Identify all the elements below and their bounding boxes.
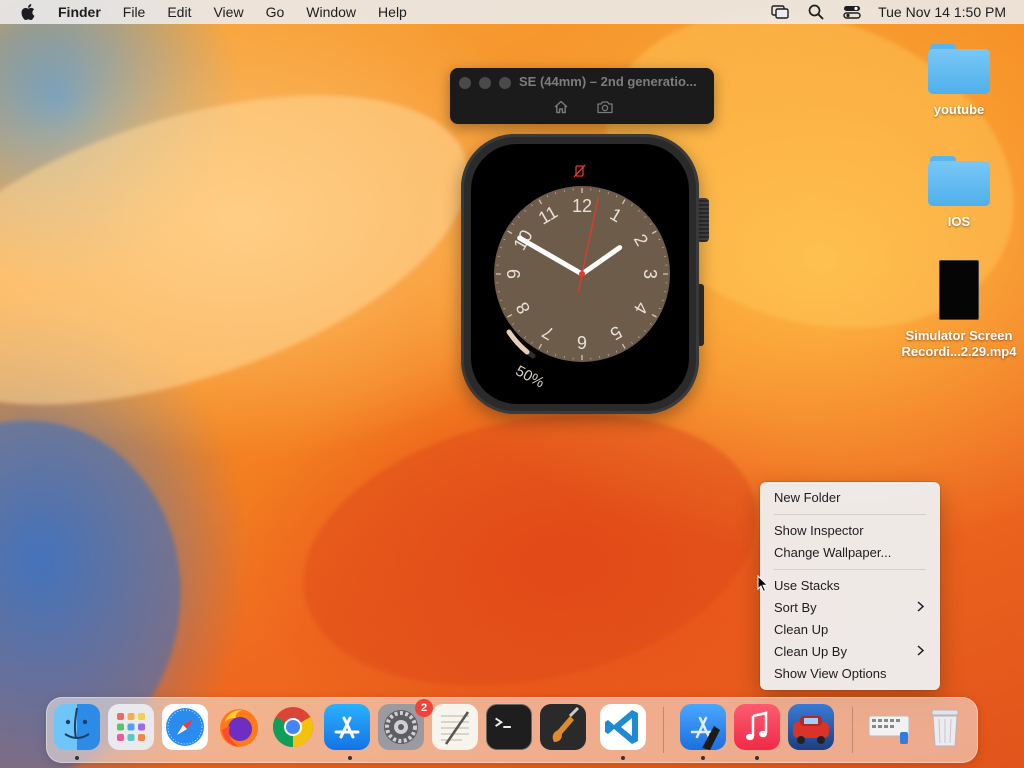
menu-bar-clock[interactable]: Tue Nov 14 1:50 PM [878,4,1006,20]
chevron-right-icon [917,641,925,663]
menu-item-clean-up[interactable]: Clean Up [766,619,934,641]
desktop-file-recording[interactable]: Simulator Screen Recordi...2.29.mp4 [898,260,1020,360]
control-center-icon[interactable] [842,4,862,20]
mouse-cursor-icon [757,574,769,593]
terminal-icon[interactable] [486,704,532,750]
minimize-button[interactable] [479,77,491,89]
dock-separator [663,707,664,753]
wallpaper-wave [277,375,783,725]
menu-app-name[interactable]: Finder [52,0,112,24]
desktop-icon-label: youtube [933,102,985,117]
menu-help[interactable]: Help [367,0,418,24]
launchpad-icon[interactable] [108,704,154,750]
music-icon[interactable] [734,704,780,750]
menu-file[interactable]: File [112,0,157,24]
menu-item-clean-up-by[interactable]: Clean Up By [766,641,934,663]
desktop-folder-ios[interactable]: IOS [904,156,1014,229]
trash-icon[interactable] [922,704,968,750]
dial-numeral: 9 [504,269,524,279]
garageband-icon[interactable] [540,704,586,750]
desktop-icon-label: Simulator Screen Recordi...2.29.mp4 [901,328,1017,359]
menu-bar: Finder File Edit View Go Window Help Tue… [0,0,1024,24]
dock-separator [852,707,853,753]
battery-status-icon [573,164,586,178]
menu-edit[interactable]: Edit [156,0,202,24]
menu-separator [774,514,926,515]
menu-item-show-inspector[interactable]: Show Inspector [766,520,934,542]
menu-separator [774,569,926,570]
chrome-icon[interactable] [270,704,316,750]
menu-window[interactable]: Window [295,0,367,24]
chevron-right-icon [917,597,925,619]
watch-simulator[interactable]: 12 1 2 3 4 5 6 7 8 9 10 11 50% [461,134,709,414]
spotlight-search-icon[interactable] [806,4,826,20]
close-button[interactable] [459,77,471,89]
textedit-icon[interactable] [432,704,478,750]
desktop-icon-label: IOS [947,214,971,229]
dial-numeral: 12 [572,196,592,216]
running-indicator [75,756,79,760]
hands-pivot [579,271,585,277]
apple-menu-icon[interactable] [18,4,38,20]
desktop-folder-youtube[interactable]: youtube [904,44,1014,117]
simulator-toolbar: SE (44mm) – 2nd generatio... [450,68,714,124]
menu-item-use-stacks[interactable]: Use Stacks [766,575,934,597]
menu-view[interactable]: View [202,0,254,24]
running-indicator [348,756,352,760]
dock: 2 [46,697,978,763]
folder-icon [928,44,990,94]
safari-icon[interactable] [162,704,208,750]
folder-icon [928,156,990,206]
firefox-icon[interactable] [216,704,262,750]
screenshot-keyboard-icon[interactable] [866,704,912,750]
running-indicator [755,756,759,760]
screen-mirroring-icon[interactable] [770,4,790,20]
zoom-button[interactable] [499,77,511,89]
screenshot-camera-icon[interactable] [595,98,615,116]
dial-numeral: 6 [577,332,587,352]
finder-icon[interactable] [54,704,100,750]
battery-percent-label: 50% [513,362,547,391]
running-indicator [621,756,625,760]
menu-item-new-folder[interactable]: New Folder [766,487,934,509]
vscode-icon[interactable] [600,704,646,750]
home-icon[interactable] [551,98,571,116]
app-store-icon[interactable] [324,704,370,750]
menu-item-change-wallpaper[interactable]: Change Wallpaper... [766,542,934,564]
wallpaper-wave [0,33,506,467]
running-indicator [701,756,705,760]
game-app-icon[interactable] [788,704,834,750]
window-controls [459,77,511,89]
menu-item-show-view-options[interactable]: Show View Options [766,663,934,685]
simulator-title: SE (44mm) – 2nd generatio... [519,74,697,89]
desktop-context-menu: New Folder Show Inspector Change Wallpap… [760,482,940,690]
notification-badge: 2 [415,699,433,717]
video-file-icon [939,260,979,320]
watch-screen[interactable]: 12 1 2 3 4 5 6 7 8 9 10 11 50% [471,144,689,404]
watch-face: 12 1234567891011 50% [494,164,670,392]
menu-item-sort-by[interactable]: Sort By [766,597,934,619]
xcode-simulator-icon[interactable] [680,704,726,750]
menu-go[interactable]: Go [255,0,296,24]
dial-numeral: 3 [640,269,660,279]
